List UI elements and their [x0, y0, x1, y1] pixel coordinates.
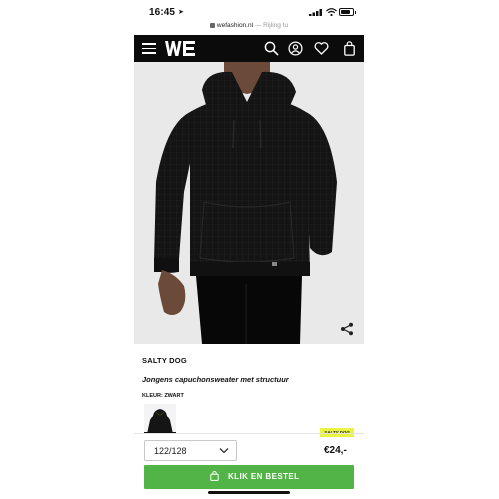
search-icon[interactable]	[264, 41, 279, 56]
chevron-down-icon	[219, 448, 229, 454]
color-label-text: KLEUR:	[142, 393, 163, 399]
battery-icon	[339, 8, 356, 16]
product-brand[interactable]: SALTY DOG	[142, 356, 187, 365]
url-note: — Rijling tu	[254, 22, 289, 29]
status-bar: 16:45 ➤	[134, 0, 364, 22]
url-domain: wefashion.nl	[216, 22, 254, 29]
bag-icon[interactable]	[342, 41, 357, 56]
status-time: 16:45	[149, 7, 176, 18]
size-value: 122/128	[154, 446, 187, 456]
wifi-icon	[326, 8, 337, 16]
buy-button[interactable]: KLIK EN BESTEL	[144, 465, 354, 489]
signal-icon	[309, 9, 322, 16]
product-price: €24,-	[324, 445, 347, 456]
buy-button-label: KLIK EN BESTEL	[228, 472, 300, 481]
divider	[134, 433, 364, 434]
hoodie-photo	[134, 62, 364, 344]
hoodie-thumbnail	[144, 404, 176, 432]
color-value: ZWART	[164, 393, 184, 399]
site-header	[134, 35, 364, 62]
shopping-bag-icon	[210, 471, 219, 481]
account-icon[interactable]	[288, 41, 303, 56]
menu-icon[interactable]	[142, 43, 156, 54]
product-title: Jongens capuchonsweater met structuur	[142, 375, 289, 384]
home-indicator[interactable]	[208, 491, 290, 494]
color-swatch-black[interactable]	[144, 404, 176, 434]
heart-icon[interactable]	[314, 41, 329, 56]
lock-icon	[209, 22, 215, 28]
url-bar[interactable]: wefashion.nl — Rijling tu	[134, 22, 364, 34]
mobile-screen: 16:45 ➤ wefashion.nl — Rijling tu SALTY …	[134, 0, 364, 499]
color-label: KLEUR: ZWART	[142, 393, 184, 399]
we-logo[interactable]	[165, 41, 195, 56]
share-icon[interactable]	[340, 322, 354, 336]
location-arrow-icon: ➤	[178, 9, 184, 16]
size-select[interactable]: 122/128	[144, 440, 237, 461]
product-image[interactable]	[134, 62, 364, 344]
